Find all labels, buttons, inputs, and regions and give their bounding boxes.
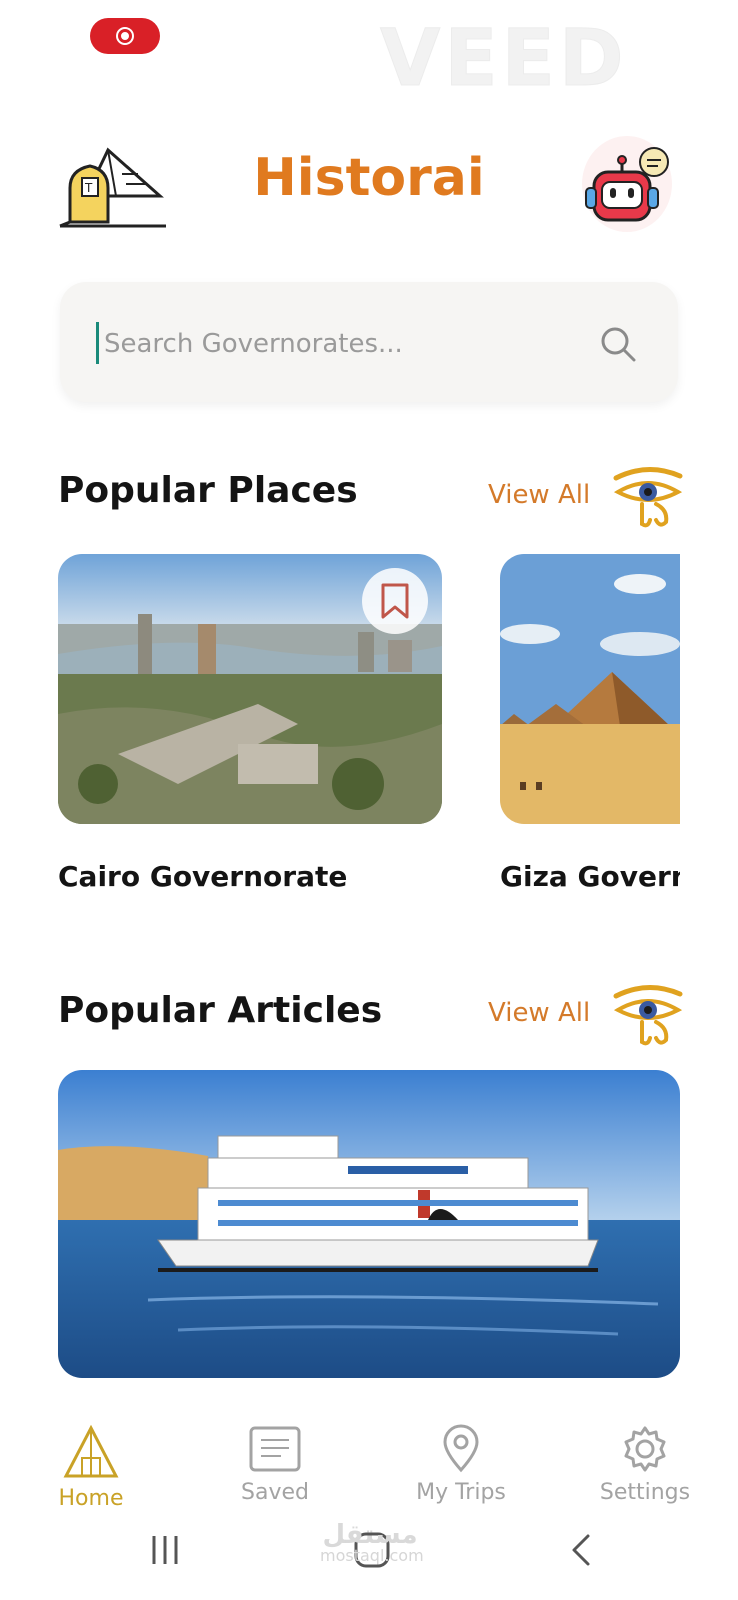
back-icon[interactable]: [566, 1530, 594, 1570]
search-icon[interactable]: [598, 324, 638, 364]
text-caret: [96, 322, 99, 364]
nile-cruise-photo: [58, 1070, 680, 1378]
eye-of-horus-icon: [613, 984, 683, 1046]
bookmark-button[interactable]: [362, 568, 428, 634]
search-bar[interactable]: [60, 282, 678, 402]
gear-icon: [624, 1426, 666, 1472]
search-input[interactable]: [102, 316, 586, 372]
place-label-cairo[interactable]: Cairo Governorate: [58, 860, 442, 893]
nav-my-trips[interactable]: My Trips: [386, 1424, 536, 1505]
popular-places-view-all[interactable]: View All: [488, 480, 590, 510]
mostaql-site: mostaql.com: [320, 1546, 424, 1565]
article-card-image[interactable]: [58, 1070, 680, 1378]
nav-my-trips-label: My Trips: [416, 1480, 506, 1505]
popular-articles-title: Popular Articles: [58, 990, 383, 1031]
record-icon: [116, 27, 134, 45]
robot-assistant-icon: [585, 147, 669, 222]
place-label-giza[interactable]: Giza Governorate: [500, 860, 680, 893]
nav-saved-label: Saved: [241, 1480, 309, 1505]
eye-of-horus-icon: [613, 466, 683, 528]
nav-home[interactable]: Home: [16, 1424, 166, 1511]
location-pin-icon: [443, 1424, 479, 1473]
recents-icon[interactable]: [148, 1530, 182, 1570]
nav-settings[interactable]: Settings: [570, 1424, 720, 1505]
assistant-button[interactable]: [582, 136, 672, 232]
veed-watermark: VEED: [380, 14, 628, 105]
popular-articles-view-all[interactable]: View All: [488, 998, 590, 1028]
mostaql-watermark: مستقل mostaql.com: [320, 1520, 424, 1565]
giza-pyramids-photo: [500, 554, 680, 824]
nav-home-label: Home: [58, 1486, 124, 1511]
nav-saved[interactable]: Saved: [200, 1424, 350, 1505]
saved-icon: [249, 1426, 301, 1472]
giza-governorate-image[interactable]: [500, 554, 680, 824]
popular-places-title: Popular Places: [58, 470, 358, 511]
bookmark-icon: [381, 583, 409, 619]
nav-settings-label: Settings: [599, 1480, 691, 1505]
home-pyramid-icon: [63, 1424, 119, 1478]
screen-record-indicator[interactable]: [90, 18, 160, 54]
